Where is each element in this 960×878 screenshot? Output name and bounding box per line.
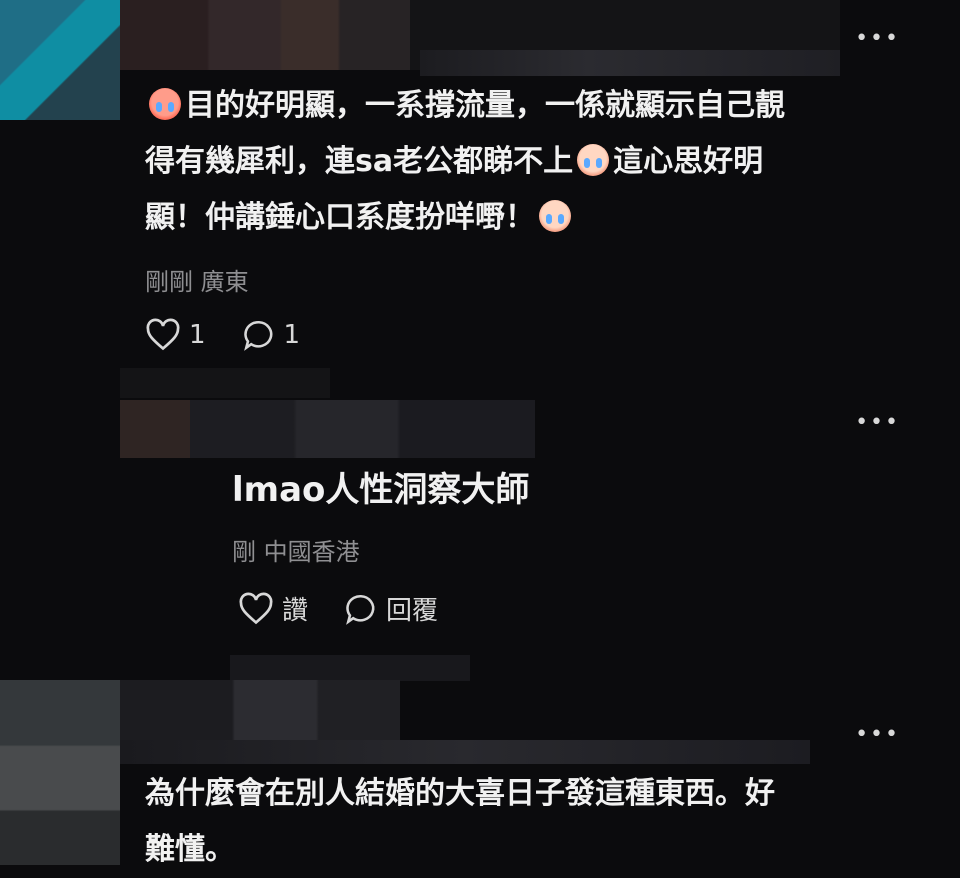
reply-count: 1: [283, 320, 301, 350]
blurred-avatar-1: [0, 0, 120, 120]
blurred-avatar-3: [0, 680, 120, 865]
comment-1-meta: 剛剛 廣東: [145, 268, 249, 296]
reply-actions: 讚 回覆: [238, 590, 438, 627]
heart-outline-icon: [238, 592, 274, 626]
more-options-icon[interactable]: •••: [855, 722, 900, 747]
blurred-header-1: [120, 0, 410, 70]
crying-face-emoji-icon: [577, 143, 610, 176]
crying-face-emoji-icon: [539, 199, 571, 232]
reply-button[interactable]: 回覆: [344, 590, 438, 627]
reply-button[interactable]: 1: [242, 318, 301, 352]
blurred-strip-2: [190, 400, 535, 458]
blurred-strip-1: [420, 50, 840, 76]
speech-bubble-icon: [344, 592, 378, 626]
heart-outline-icon: [145, 318, 181, 352]
like-label: 讚: [282, 596, 309, 626]
reply-meta: 剛 中國香港: [232, 538, 360, 566]
blurred-header-2: [120, 368, 330, 398]
reply-username[interactable]: lmao人性洞察大師: [232, 462, 529, 511]
comment-1-actions: 1 1: [145, 318, 300, 352]
comment-1-text: 目的好明顯，一系撐流量，一係就顯示自己靚 得有幾犀利，連sa老公都睇不上 這心思好…: [145, 87, 785, 235]
like-button[interactable]: 讚: [238, 590, 308, 627]
blurred-strip-3: [230, 655, 470, 681]
crying-face-emoji-icon: [149, 87, 181, 120]
blurred-bar-3: [120, 740, 810, 764]
like-button[interactable]: 1: [145, 318, 206, 352]
reply-label: 回覆: [386, 596, 439, 626]
comment-2-text: 為什麼會在別人結婚的大喜日子發這種東西。好 難懂。: [145, 776, 775, 867]
like-count: 1: [189, 320, 206, 350]
more-options-icon[interactable]: •••: [855, 26, 900, 51]
more-options-icon[interactable]: •••: [855, 410, 900, 435]
blurred-avatar-2: [120, 400, 190, 458]
speech-bubble-icon: [242, 318, 276, 352]
